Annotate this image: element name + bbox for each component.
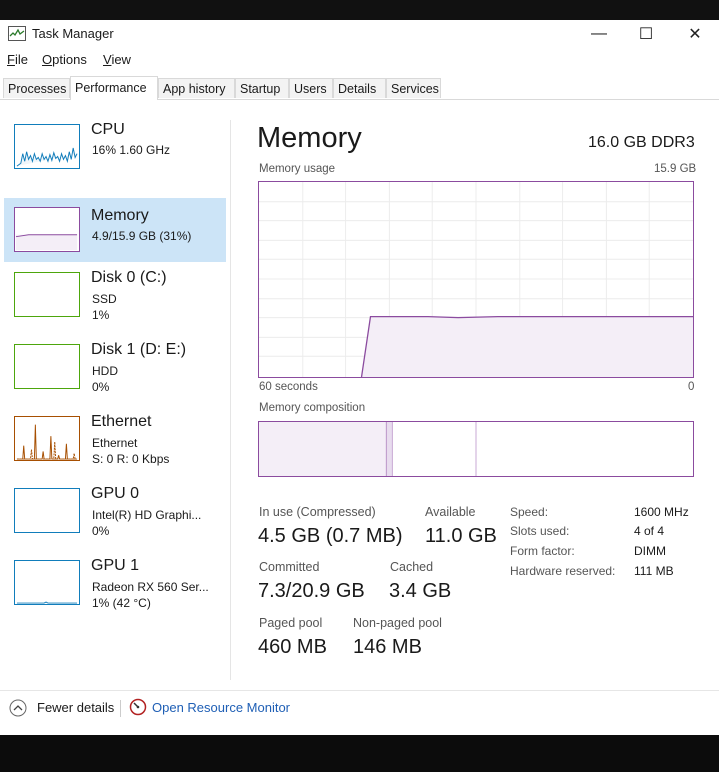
- device-disk-1[interactable]: Disk 1 (D: E:) HDD 0%: [4, 338, 226, 402]
- disk-0-thumbnail: [14, 272, 80, 317]
- device-list: CPU 16% 1.60 GHz Memory 4.9/15.9 GB (31%…: [0, 100, 230, 680]
- pane-divider[interactable]: [230, 120, 231, 680]
- in-use-value: 4.5 GB (0.7 MB): [258, 525, 403, 547]
- device-gpu-1[interactable]: GPU 1 Radeon RX 560 Ser... 1% (42 °C): [4, 554, 226, 618]
- memory-usage-max: 15.9 GB: [654, 163, 697, 175]
- time-axis-left: 60 seconds: [259, 381, 318, 393]
- tab-app-history[interactable]: App history: [158, 78, 235, 98]
- device-detail: 16% 1.60 GHz: [92, 143, 171, 157]
- disk-1-thumbnail: [14, 344, 80, 389]
- minimize-button[interactable]: —: [576, 20, 622, 48]
- form-factor-value: DIMM: [634, 544, 666, 558]
- memory-composition-bar: [258, 421, 694, 477]
- device-detail: Radeon RX 560 Ser...: [92, 580, 209, 594]
- device-throughput: S: 0 R: 0 Kbps: [92, 452, 170, 466]
- tab-startup[interactable]: Startup: [235, 78, 289, 98]
- available-label: Available: [425, 505, 476, 519]
- device-disk-0[interactable]: Disk 0 (C:) SSD 1%: [4, 266, 226, 330]
- memory-usage-graph: [258, 181, 694, 378]
- tab-services[interactable]: Services: [386, 78, 441, 98]
- form-factor-label: Form factor:: [510, 544, 575, 558]
- device-detail: HDD: [92, 364, 118, 378]
- window-title: Task Manager: [32, 26, 114, 41]
- committed-label: Committed: [259, 560, 320, 574]
- device-name: GPU 0: [91, 485, 140, 502]
- device-memory[interactable]: Memory 4.9/15.9 GB (31%): [4, 198, 226, 262]
- paged-pool-label: Paged pool: [259, 616, 323, 630]
- menu-options[interactable]: Options: [42, 52, 87, 67]
- hardware-reserved-label: Hardware reserved:: [510, 564, 616, 578]
- ethernet-thumbnail: [14, 416, 80, 461]
- device-ethernet[interactable]: Ethernet Ethernet S: 0 R: 0 Kbps: [4, 410, 226, 474]
- device-name: Ethernet: [91, 413, 152, 430]
- device-usage: 1% (42 °C): [92, 596, 151, 610]
- device-usage: 1%: [92, 308, 110, 322]
- device-usage: 0%: [92, 380, 110, 394]
- cached-value: 3.4 GB: [389, 580, 452, 602]
- speed-value: 1600 MHz: [634, 505, 689, 519]
- hardware-reserved-value: 111 MB: [634, 564, 674, 578]
- footer: Fewer details Open Resource Monitor: [0, 690, 719, 731]
- in-use-label: In use (Compressed): [259, 505, 376, 519]
- device-gpu-0[interactable]: GPU 0 Intel(R) HD Graphi... 0%: [4, 482, 226, 546]
- tab-strip: Processes Performance App history Startu…: [0, 76, 719, 100]
- cpu-thumbnail: [14, 124, 80, 169]
- cached-label: Cached: [390, 560, 434, 574]
- device-detail: 4.9/15.9 GB (31%): [92, 229, 192, 243]
- taskbar-strip: [0, 735, 719, 772]
- resource-monitor-icon[interactable]: [129, 698, 147, 716]
- task-manager-window: Task Manager — ☐ ✕ File Options View Pro…: [0, 20, 719, 735]
- device-name: Disk 0 (C:): [91, 269, 167, 286]
- non-paged-pool-label: Non-paged pool: [353, 616, 442, 630]
- open-resource-monitor-link[interactable]: Open Resource Monitor: [152, 700, 290, 715]
- menu-view[interactable]: View: [103, 52, 131, 67]
- slots-used-label: Slots used:: [510, 524, 570, 538]
- memory-composition-label: Memory composition: [259, 402, 366, 414]
- menu-file[interactable]: File: [7, 52, 28, 67]
- device-cpu[interactable]: CPU 16% 1.60 GHz: [4, 118, 226, 182]
- chevron-up-icon[interactable]: [9, 699, 27, 717]
- memory-usage-label: Memory usage: [259, 163, 336, 175]
- paged-pool-value: 460 MB: [258, 636, 327, 658]
- page-title: Memory: [257, 122, 362, 154]
- title-bar[interactable]: Task Manager — ☐ ✕: [0, 20, 719, 48]
- device-usage: 0%: [92, 524, 110, 538]
- speed-label: Speed:: [510, 505, 549, 519]
- tab-details[interactable]: Details: [333, 78, 386, 98]
- memory-spec: 16.0 GB DDR3: [588, 134, 695, 151]
- close-button[interactable]: ✕: [672, 20, 718, 48]
- device-detail: Ethernet: [92, 436, 138, 450]
- gpu-1-thumbnail: [14, 560, 80, 605]
- memory-thumbnail: [14, 207, 80, 252]
- device-name: CPU: [91, 121, 125, 138]
- tab-users[interactable]: Users: [289, 78, 333, 98]
- device-detail: Intel(R) HD Graphi...: [92, 508, 202, 522]
- slots-used-value: 4 of 4: [634, 524, 665, 538]
- device-name: Disk 1 (D: E:): [91, 341, 187, 358]
- available-value: 11.0 GB: [425, 525, 497, 547]
- device-detail: SSD: [92, 292, 117, 306]
- tab-processes[interactable]: Processes: [3, 78, 70, 98]
- time-axis-right: 0: [688, 381, 695, 393]
- task-manager-icon: [8, 26, 26, 41]
- committed-value: 7.3/20.9 GB: [258, 580, 365, 602]
- non-paged-pool-value: 146 MB: [353, 636, 422, 658]
- maximize-button[interactable]: ☐: [623, 20, 669, 48]
- fewer-details-link[interactable]: Fewer details: [37, 700, 114, 715]
- footer-separator: [120, 700, 121, 717]
- device-name: Memory: [91, 207, 149, 224]
- tab-performance[interactable]: Performance: [70, 76, 158, 100]
- device-name: GPU 1: [91, 557, 140, 574]
- gpu-0-thumbnail: [14, 488, 80, 533]
